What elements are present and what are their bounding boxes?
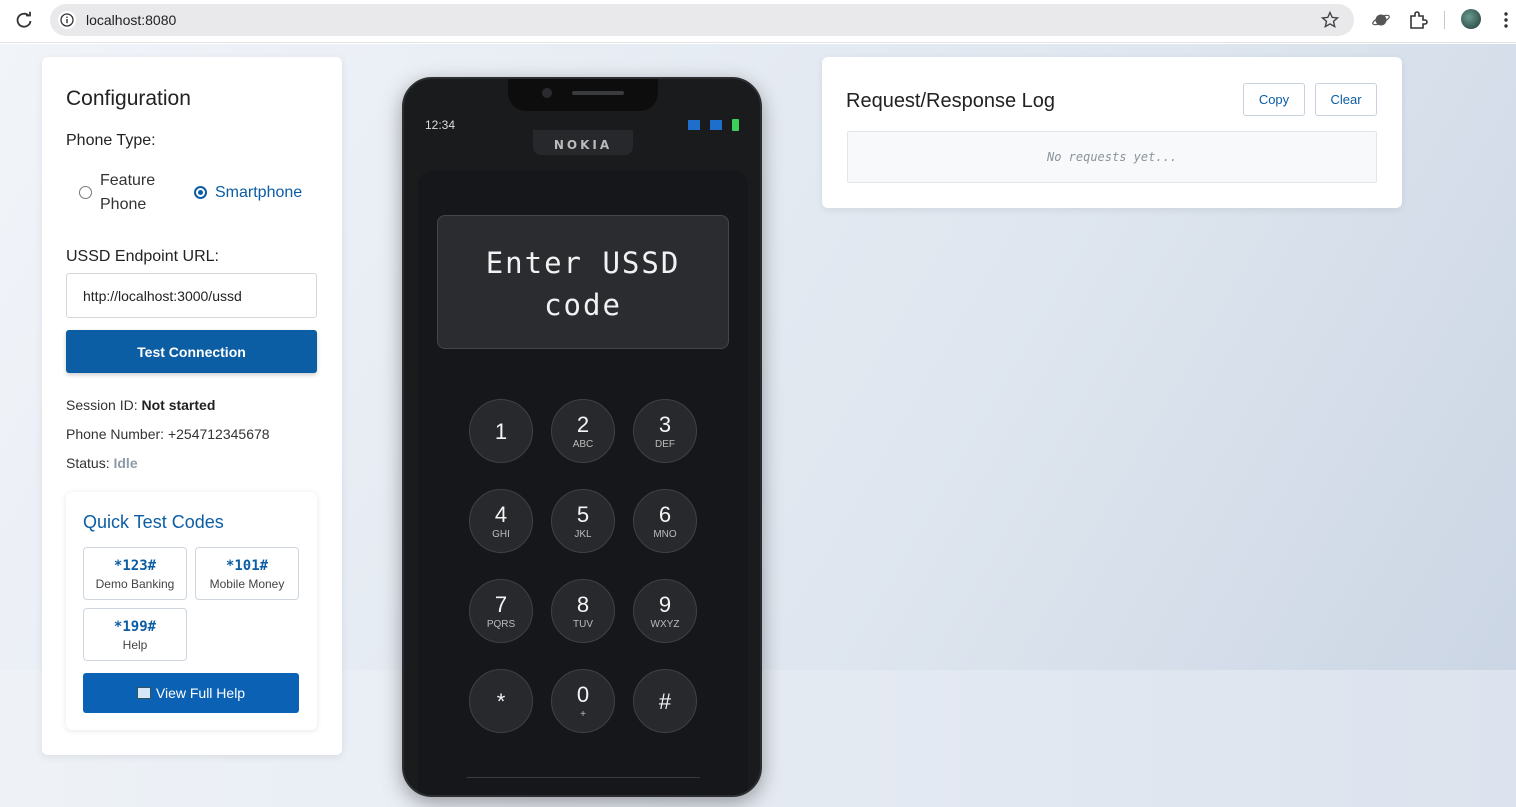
quick-code: *101#	[225, 558, 269, 574]
feature-phone-label-line1[interactable]: Feature	[100, 169, 155, 193]
ussd-display: Enter USSD code	[437, 215, 729, 349]
status-label: Status:	[66, 455, 110, 471]
signal-icon	[710, 120, 722, 130]
keypad-key-star[interactable]: *	[469, 669, 533, 733]
book-icon	[136, 687, 151, 699]
keypad-key-0[interactable]: 0 +	[551, 669, 615, 733]
quick-test-codes-card: Quick Test Codes *123# Demo Banking *101…	[66, 492, 317, 730]
key-letters: +	[580, 709, 586, 720]
quick-test-codes-title: Quick Test Codes	[83, 512, 224, 532]
status-value: Idle	[113, 455, 138, 471]
key-digit: 3	[658, 412, 672, 437]
endpoint-label: USSD Endpoint URL:	[66, 248, 219, 265]
reload-icon[interactable]	[14, 10, 34, 30]
url-text[interactable]: localhost:8080	[86, 12, 176, 28]
key-digit: 6	[658, 502, 672, 527]
key-digit: 0	[576, 682, 590, 707]
phone-notch	[508, 79, 658, 111]
keypad-key-3[interactable]: 3 DEF	[633, 399, 697, 463]
keypad-key-2[interactable]: 2 ABC	[551, 399, 615, 463]
configuration-panel: Configuration Phone Type: Feature Phone …	[42, 57, 342, 755]
phone-simulator: 12:34 NOKIA Enter USSD code 1 2 ABC 3 DE…	[402, 77, 762, 797]
smartphone-label[interactable]: Smartphone	[215, 181, 302, 205]
ussd-display-line2: code	[544, 288, 622, 322]
log-output: No requests yet...	[847, 131, 1377, 183]
key-digit: 7	[494, 592, 508, 617]
battery-icon	[732, 119, 739, 131]
endpoint-url-input[interactable]	[66, 273, 317, 318]
view-full-help-button[interactable]: View Full Help	[83, 673, 299, 713]
request-response-log-panel: Request/Response Log Copy Clear No reque…	[822, 57, 1402, 208]
smartphone-radio[interactable]	[194, 186, 207, 199]
extension-planet-icon[interactable]	[1371, 10, 1391, 30]
key-digit: 4	[494, 502, 508, 527]
session-id-row: Session ID: Not started	[66, 397, 215, 413]
quick-code: *123#	[113, 558, 157, 574]
view-full-help-label: View Full Help	[155, 685, 246, 701]
profile-avatar[interactable]	[1461, 9, 1481, 29]
key-digit: 1	[494, 419, 508, 444]
status-row: Status: Idle	[66, 455, 138, 471]
key-digit: *	[496, 689, 506, 714]
ussd-display-line1: Enter USSD	[485, 246, 681, 280]
phone-type-group: Feature Phone Smartphone	[78, 169, 318, 221]
keypad-key-1[interactable]: 1	[469, 399, 533, 463]
status-bar-time: 12:34	[425, 118, 456, 132]
quick-code: *199#	[113, 619, 157, 635]
browser-menu-icon[interactable]	[1500, 10, 1512, 30]
copy-log-button[interactable]: Copy	[1243, 83, 1305, 116]
key-letters: TUV	[573, 619, 593, 630]
keypad-key-hash[interactable]: #	[633, 669, 697, 733]
configuration-title: Configuration	[66, 87, 191, 110]
quick-code-description: Mobile Money	[209, 577, 285, 591]
keypad-key-4[interactable]: 4 GHI	[469, 489, 533, 553]
keypad-key-8[interactable]: 8 TUV	[551, 579, 615, 643]
quick-code-button[interactable]: *199# Help	[83, 608, 187, 661]
key-letters: MNO	[653, 529, 677, 540]
key-letters: GHI	[492, 529, 510, 540]
quick-code-button[interactable]: *123# Demo Banking	[83, 547, 187, 600]
test-connection-button[interactable]: Test Connection	[66, 330, 317, 373]
address-bar[interactable]: localhost:8080	[50, 4, 1354, 36]
signal-icon	[688, 120, 700, 130]
camera-icon	[542, 88, 552, 98]
quick-code-description: Demo Banking	[95, 577, 175, 591]
key-digit: 2	[576, 412, 590, 437]
phone-number-label: Phone Number:	[66, 426, 165, 442]
key-letters: JKL	[574, 529, 592, 540]
page-background: Configuration Phone Type: Feature Phone …	[0, 44, 1516, 807]
browser-toolbar: localhost:8080	[0, 0, 1516, 43]
session-id-label: Session ID:	[66, 397, 138, 413]
bookmark-star-icon[interactable]	[1320, 10, 1340, 30]
key-digit: 8	[576, 592, 590, 617]
key-digit: 5	[576, 502, 590, 527]
site-info-icon[interactable]	[58, 11, 76, 29]
feature-phone-label-line2[interactable]: Phone	[100, 193, 146, 217]
keypad-key-6[interactable]: 6 MNO	[633, 489, 697, 553]
phone-type-label: Phone Type:	[66, 132, 156, 149]
phone-screen: Enter USSD code 1 2 ABC 3 DEF 4 GHI 5 JK…	[418, 171, 748, 795]
log-title: Request/Response Log	[846, 90, 1056, 112]
key-digit: 9	[658, 592, 672, 617]
extensions-puzzle-icon[interactable]	[1407, 9, 1429, 31]
speaker-grille	[572, 91, 624, 95]
keypad-key-5[interactable]: 5 JKL	[551, 489, 615, 553]
home-indicator	[466, 777, 700, 781]
phone-number-value: +254712345678	[167, 426, 270, 442]
keypad-key-7[interactable]: 7 PQRS	[469, 579, 533, 643]
phone-brand: NOKIA	[533, 130, 633, 155]
keypad-key-9[interactable]: 9 WXYZ	[633, 579, 697, 643]
key-letters: DEF	[655, 439, 675, 450]
quick-code-button[interactable]: *101# Mobile Money	[195, 547, 299, 600]
key-letters: WXYZ	[650, 619, 680, 630]
session-id-value: Not started	[141, 397, 216, 413]
feature-phone-radio[interactable]	[79, 186, 92, 199]
key-letters: ABC	[572, 439, 594, 450]
toolbar-divider	[1444, 11, 1445, 29]
key-letters: PQRS	[486, 619, 516, 630]
key-digit: #	[658, 689, 672, 714]
phone-number-row: Phone Number: +254712345678	[66, 426, 270, 442]
clear-log-button[interactable]: Clear	[1315, 83, 1377, 116]
quick-code-description: Help	[122, 638, 148, 652]
